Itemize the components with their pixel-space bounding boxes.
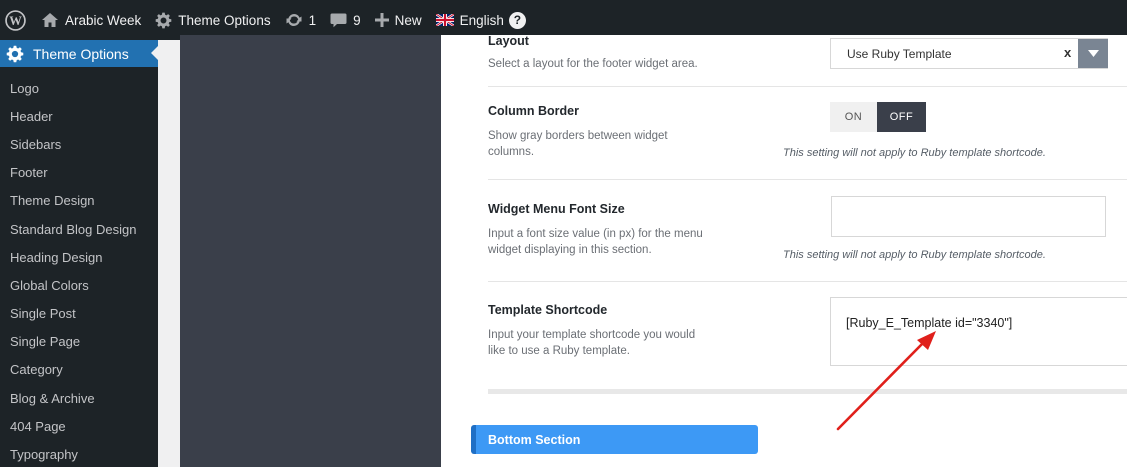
font-size-input[interactable] (831, 196, 1106, 237)
submenu-item-single-page[interactable]: Single Page (0, 328, 158, 356)
content-gutter (158, 40, 180, 467)
uk-flag-icon (435, 14, 454, 26)
template-shortcode-textarea[interactable]: [Ruby_E_Template id="3340"] (830, 297, 1127, 366)
field-description: Select a layout for the footer widget ar… (488, 58, 698, 70)
submenu-item-single-post[interactable]: Single Post (0, 300, 158, 328)
comments-count: 9 (353, 12, 361, 28)
admin-sidebar: Theme Options Logo Header Sidebars Foote… (0, 40, 159, 469)
updates-count: 1 (308, 12, 317, 28)
field-description: Show gray borders between widget columns… (488, 130, 668, 158)
field-title: Widget Menu Font Size (488, 202, 625, 216)
field-row-template-shortcode: Template Shortcode Input your template s… (488, 282, 1127, 392)
svg-text:W: W (9, 13, 22, 27)
submenu-item-logo[interactable]: Logo (0, 74, 158, 102)
submenu-item-heading-design[interactable]: Heading Design (0, 243, 158, 271)
field-description: Input your template shortcode you would … (488, 329, 696, 357)
field-note: This setting will not apply to Ruby temp… (783, 249, 1046, 261)
submenu-item-global-colors[interactable]: Global Colors (0, 271, 158, 299)
help-icon[interactable]: ? (508, 11, 526, 29)
gear-icon (155, 12, 172, 29)
field-title: Template Shortcode (488, 303, 608, 317)
field-note: This setting will not apply to Ruby temp… (783, 147, 1046, 159)
menu-item-theme-options[interactable]: Theme Options (0, 40, 159, 67)
new-label: New (394, 12, 422, 28)
field-row-widget-menu-font-size: Widget Menu Font Size Input a font size … (488, 180, 1127, 282)
submenu-item-header[interactable]: Header (0, 102, 158, 130)
home-icon (41, 12, 59, 28)
options-panel-main: Layout Select a layout for the footer wi… (441, 34, 1127, 467)
site-name-link[interactable]: Arabic Week (34, 0, 148, 40)
field-row-layout: Layout Select a layout for the footer wi… (488, 34, 1127, 87)
field-title: Layout (488, 34, 529, 48)
field-description: Input a font size value (in px) for the … (488, 228, 703, 256)
theme-options-submenu: Logo Header Sidebars Footer Theme Design… (0, 67, 158, 469)
field-row-column-border: Column Border Show gray borders between … (488, 87, 1127, 180)
options-panel-sidebar (180, 35, 441, 467)
updates-icon (285, 12, 303, 28)
theme-options-link[interactable]: Theme Options (148, 0, 277, 40)
comments-link[interactable]: 9 (323, 0, 368, 40)
column-border-switch[interactable]: ON OFF (830, 102, 926, 132)
layout-select[interactable]: Use Ruby Template x (830, 38, 1108, 69)
comment-icon (330, 12, 347, 28)
field-title: Column Border (488, 104, 579, 118)
section-divider (488, 389, 1127, 394)
updates-link[interactable]: 1 (278, 0, 324, 40)
new-content-link[interactable]: New (368, 0, 429, 40)
site-name: Arabic Week (65, 12, 142, 28)
submenu-item-blog-archive[interactable]: Blog & Archive (0, 384, 158, 412)
wordpress-logo-icon[interactable]: W (0, 0, 34, 40)
switch-off-option[interactable]: OFF (877, 102, 926, 132)
select-value: Use Ruby Template (847, 47, 952, 61)
bottom-section-header[interactable]: Bottom Section (471, 425, 758, 454)
submenu-item-footer[interactable]: Footer (0, 159, 158, 187)
chevron-down-icon[interactable] (1078, 39, 1108, 68)
theme-options-label: Theme Options (178, 12, 271, 28)
submenu-item-category[interactable]: Category (0, 356, 158, 384)
clear-selection-icon[interactable]: x (1064, 45, 1071, 60)
admin-bar: W Arabic Week Theme Options 1 9 New Engl… (0, 0, 1127, 40)
submenu-item-theme-design[interactable]: Theme Design (0, 187, 158, 215)
switch-on-option[interactable]: ON (830, 102, 877, 132)
submenu-item-typography[interactable]: Typography (0, 440, 158, 468)
language-label: English (459, 12, 504, 28)
plus-icon (374, 13, 389, 27)
menu-current-label: Theme Options (33, 45, 129, 62)
submenu-item-sidebars[interactable]: Sidebars (0, 130, 158, 158)
gear-icon (6, 45, 24, 63)
submenu-item-404-page[interactable]: 404 Page (0, 412, 158, 440)
submenu-item-standard-blog-design[interactable]: Standard Blog Design (0, 215, 158, 243)
